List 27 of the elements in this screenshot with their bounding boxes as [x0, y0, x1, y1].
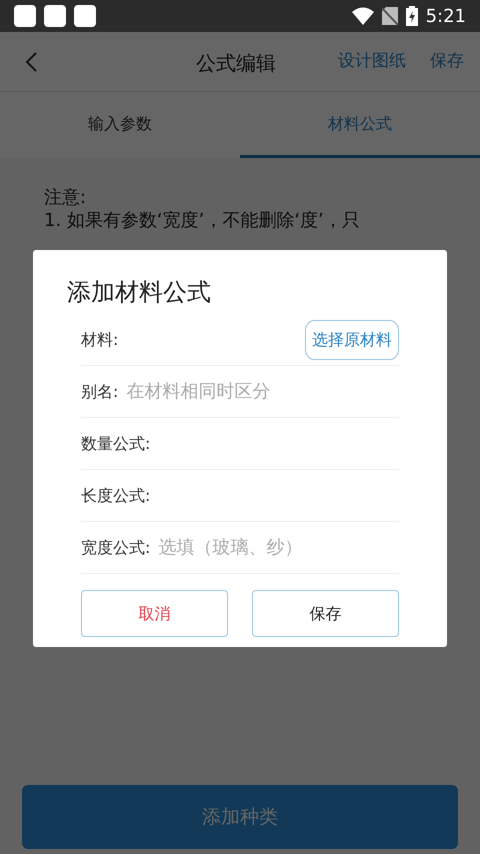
battery-icon [406, 6, 418, 26]
save-button[interactable]: 保存 [252, 590, 399, 637]
field-label: 数量公式: [81, 432, 150, 454]
note-text: 1. 如果有参数‘宽度’，不能删除‘度’，只 [44, 209, 361, 233]
add-category-button[interactable]: 添加种类 [22, 785, 458, 849]
tab[interactable]: 输入参数 [0, 92, 240, 158]
notification-icon [14, 5, 36, 27]
notification-icon [74, 5, 96, 27]
field-label: 宽度公式: [81, 536, 150, 558]
back-button[interactable] [24, 50, 38, 74]
input-field[interactable]: 选填（玻璃、纱） [150, 534, 399, 561]
cancel-button[interactable]: 取消 [81, 590, 228, 637]
tab[interactable]: 材料公式 [240, 92, 480, 158]
select-material-button[interactable]: 选择原材料 [305, 320, 399, 360]
notification-icon [44, 5, 66, 27]
dialog-title: 添加材料公式 [67, 277, 212, 308]
field-label: 长度公式: [81, 484, 150, 506]
clock: 5:21 [426, 4, 466, 28]
page-title: 公式编辑 [196, 50, 276, 77]
note-heading: 注意: [44, 186, 88, 210]
action-link[interactable]: 设计图纸 [338, 48, 406, 74]
field-label: 材料: [81, 328, 118, 350]
action-link[interactable]: 保存 [430, 48, 464, 74]
wifi-icon [352, 7, 374, 25]
input-field[interactable]: 在材料相同时区分 [118, 378, 399, 405]
no-sim-icon [382, 6, 398, 26]
field-label: 别名: [81, 380, 118, 402]
